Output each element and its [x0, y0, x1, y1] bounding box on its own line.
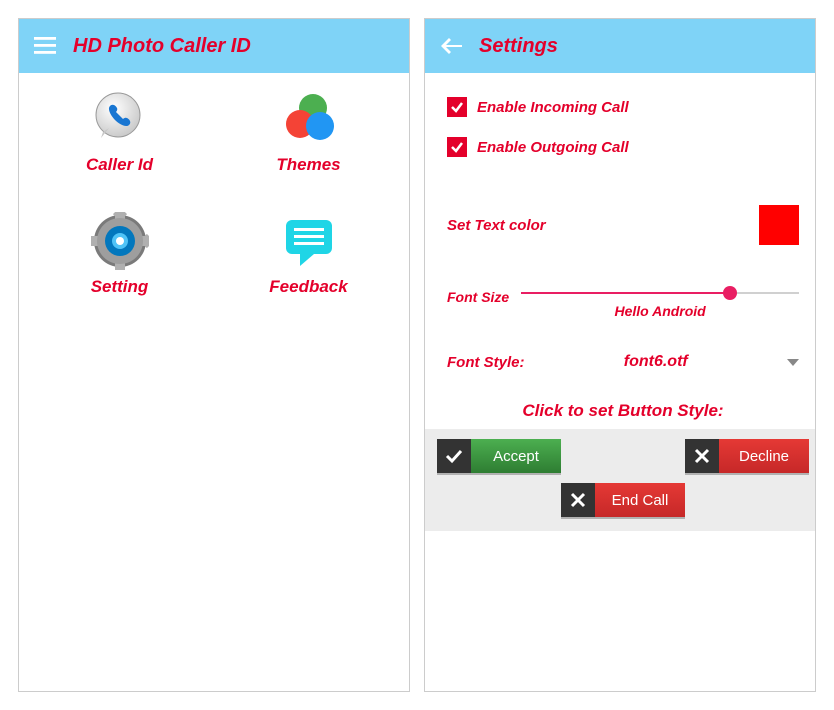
home-screen: HD Photo Caller ID Caller Id — [18, 18, 410, 692]
menu-icon[interactable] — [33, 34, 57, 58]
font-style-label: Font Style: — [447, 354, 525, 371]
grid-item-themes[interactable]: Themes — [214, 87, 403, 175]
check-icon — [437, 439, 471, 473]
font-size-preview: Hello Android — [614, 303, 705, 319]
settings-topbar: Settings — [425, 19, 815, 73]
grid-item-label: Caller Id — [86, 155, 153, 175]
color-circles-icon — [277, 87, 341, 151]
home-topbar: HD Photo Caller ID — [19, 19, 409, 73]
enable-incoming-label: Enable Incoming Call — [477, 99, 629, 116]
accept-button-label: Accept — [471, 439, 561, 473]
settings-title: Settings — [479, 35, 558, 58]
enable-incoming-checkbox[interactable] — [447, 97, 467, 117]
grid-item-label: Feedback — [269, 277, 347, 297]
close-icon — [561, 483, 595, 517]
grid-item-label: Themes — [276, 155, 340, 175]
button-style-area: Accept Decline End Call — [425, 429, 816, 531]
home-grid: Caller Id Themes — [19, 73, 409, 311]
button-style-caption: Click to set Button Style: — [447, 401, 799, 421]
decline-button-label: Decline — [719, 439, 809, 473]
enable-incoming-row: Enable Incoming Call — [447, 97, 799, 117]
close-icon — [685, 439, 719, 473]
grid-item-caller-id[interactable]: Caller Id — [25, 87, 214, 175]
font-style-value[interactable]: font6.otf — [555, 353, 758, 371]
text-color-row: Set Text color — [447, 205, 799, 245]
grid-item-setting[interactable]: Setting — [25, 209, 214, 297]
enable-outgoing-row: Enable Outgoing Call — [447, 137, 799, 157]
grid-item-label: Setting — [91, 277, 149, 297]
font-size-label: Font Size — [447, 283, 509, 305]
chat-icon — [277, 209, 341, 273]
enable-outgoing-checkbox[interactable] — [447, 137, 467, 157]
home-title: HD Photo Caller ID — [73, 35, 251, 58]
end-call-button-label: End Call — [595, 483, 685, 517]
dropdown-icon[interactable] — [787, 359, 799, 366]
text-color-swatch[interactable] — [759, 205, 799, 245]
back-icon[interactable] — [439, 34, 463, 58]
text-color-label: Set Text color — [447, 217, 546, 234]
enable-outgoing-label: Enable Outgoing Call — [477, 139, 629, 156]
grid-item-feedback[interactable]: Feedback — [214, 209, 403, 297]
accept-button[interactable]: Accept — [437, 439, 561, 473]
font-size-row: Font Size Hello Android — [447, 283, 799, 319]
settings-screen: Settings Enable Incoming Call Enable Out… — [424, 18, 816, 692]
end-call-button[interactable]: End Call — [561, 483, 685, 517]
slider-thumb[interactable] — [723, 286, 737, 300]
decline-button[interactable]: Decline — [685, 439, 809, 473]
font-style-row: Font Style: font6.otf — [447, 353, 799, 371]
gear-icon — [88, 209, 152, 273]
font-size-slider[interactable] — [521, 283, 799, 303]
slider-fill — [521, 292, 729, 294]
phone-bubble-icon — [88, 87, 152, 151]
